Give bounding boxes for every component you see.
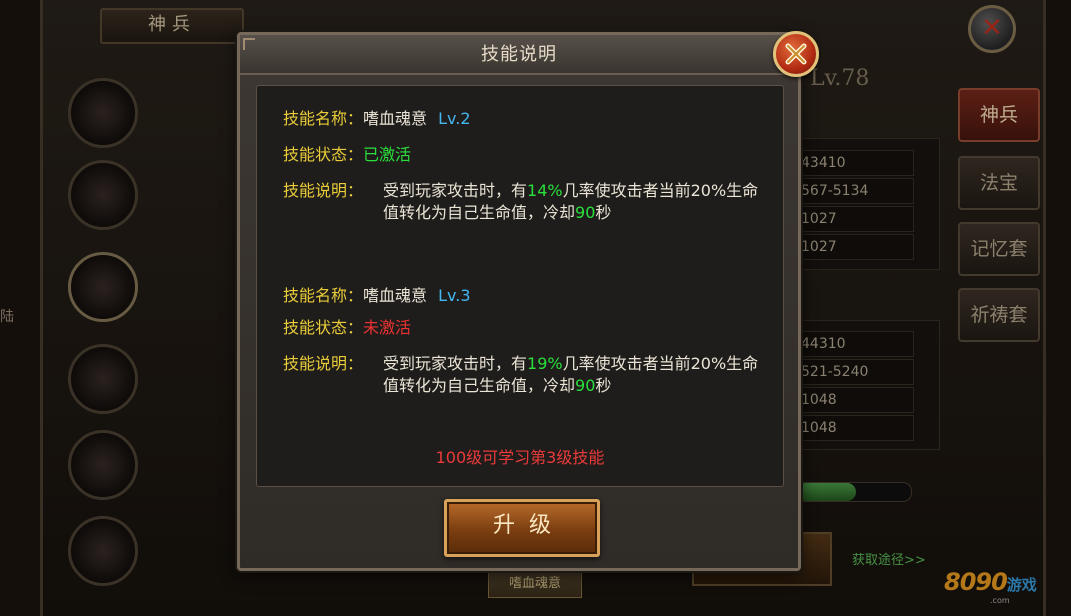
skill-name: 嗜血魂意 — [363, 109, 428, 128]
desc-chance: 14% — [527, 181, 563, 200]
skill-name-label: 技能名称： — [283, 286, 364, 305]
desc-cooldown: 90 — [575, 203, 596, 222]
skill-level: Lv.2 — [438, 109, 471, 128]
skill-content-box: 技能名称：嗜血魂意 Lv.2 技能状态：已激活 技能说明： 受到玩家攻击时，有1… — [256, 85, 784, 487]
desc-text: 秒 — [595, 203, 612, 222]
close-button[interactable] — [773, 31, 819, 77]
skill-desc-label: 技能说明： — [283, 181, 364, 200]
upgrade-button[interactable]: 升级 — [444, 499, 600, 557]
skill-status-label: 技能状态： — [283, 145, 364, 164]
skill-level: Lv.3 — [438, 286, 471, 305]
skill-description: 受到玩家攻击时，有19%几率使攻击者当前20%生命值转化为自己生命值，冷却90秒 — [383, 353, 763, 397]
requirement-note: 100级可学习第3级技能 — [435, 448, 605, 467]
skill-status: 已激活 — [363, 145, 412, 164]
desc-text: 秒 — [595, 376, 612, 395]
skill-desc-label: 技能说明： — [283, 354, 364, 373]
desc-text: 受到玩家攻击时，有 — [383, 354, 528, 373]
skill-name: 嗜血魂意 — [363, 286, 428, 305]
close-x-icon — [785, 43, 807, 65]
desc-chance: 19% — [527, 354, 563, 373]
desc-cooldown: 90 — [575, 376, 596, 395]
skill-description: 受到玩家攻击时，有14%几率使攻击者当前20%生命值转化为自己生命值，冷却90秒 — [383, 180, 763, 224]
desc-text: 受到玩家攻击时，有 — [383, 181, 528, 200]
skill-name-label: 技能名称： — [283, 109, 364, 128]
skill-status-label: 技能状态： — [283, 318, 364, 337]
skill-status: 未激活 — [363, 318, 412, 337]
dialog-title: 技能说明 — [481, 44, 557, 65]
skill-info-dialog: 技能说明 技能名称：嗜血魂意 Lv.2 技能状态：已激活 技能说明： 受到玩家攻… — [237, 31, 819, 571]
